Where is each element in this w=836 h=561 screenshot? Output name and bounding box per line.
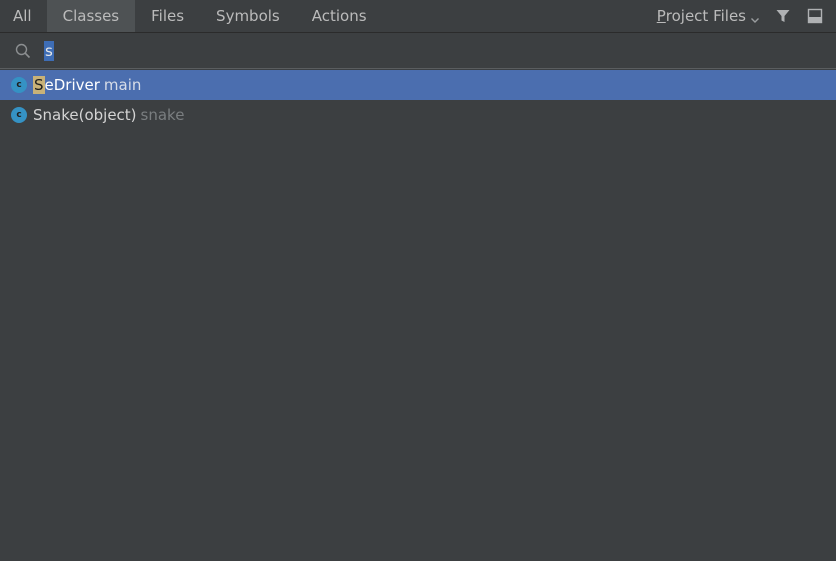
search-input[interactable]: s	[44, 40, 54, 61]
chevron-down-icon	[750, 11, 760, 23]
tab-classes[interactable]: Classes	[46, 0, 136, 32]
tab-classes-label: Classes	[62, 7, 120, 25]
filter-icon[interactable]	[772, 0, 794, 32]
scope-dropdown[interactable]: Project Files	[657, 0, 760, 32]
result-location: main	[103, 76, 142, 94]
list-item[interactable]: c SeDriver main	[0, 70, 836, 100]
tab-all-label: All	[13, 7, 32, 25]
tab-all[interactable]: All	[0, 0, 47, 32]
search-input-value: s	[44, 40, 54, 61]
tab-symbols-label: Symbols	[216, 7, 280, 25]
result-location: snake	[140, 106, 185, 124]
search-everywhere-popup: All Classes Files Symbols Actions Projec…	[0, 0, 836, 561]
tab-actions[interactable]: Actions	[296, 0, 383, 32]
tab-symbols[interactable]: Symbols	[200, 0, 296, 32]
tab-bar-spacer	[383, 0, 657, 32]
tab-files[interactable]: Files	[135, 0, 200, 32]
scope-label-mnemonic: P	[656, 7, 666, 25]
tab-actions-label: Actions	[311, 7, 367, 25]
list-item[interactable]: c Snake(object) snake	[0, 100, 836, 130]
scope-label: roject Files	[665, 7, 746, 25]
result-name-rest: eDriver	[44, 76, 100, 94]
result-match-highlight: S	[33, 76, 45, 94]
preview-panel-icon[interactable]	[804, 0, 826, 32]
results-list: c SeDriver main c Snake(object) snake	[0, 70, 836, 130]
class-icon: c	[11, 107, 27, 123]
result-name: Snake(object)	[33, 106, 137, 124]
result-name-rest: Snake(object)	[33, 106, 137, 124]
tab-bar: All Classes Files Symbols Actions Projec…	[0, 0, 836, 33]
search-icon	[13, 41, 33, 61]
tab-files-label: Files	[151, 7, 185, 25]
search-row: s	[0, 33, 836, 69]
class-icon: c	[11, 77, 27, 93]
result-name: SeDriver	[33, 76, 100, 94]
